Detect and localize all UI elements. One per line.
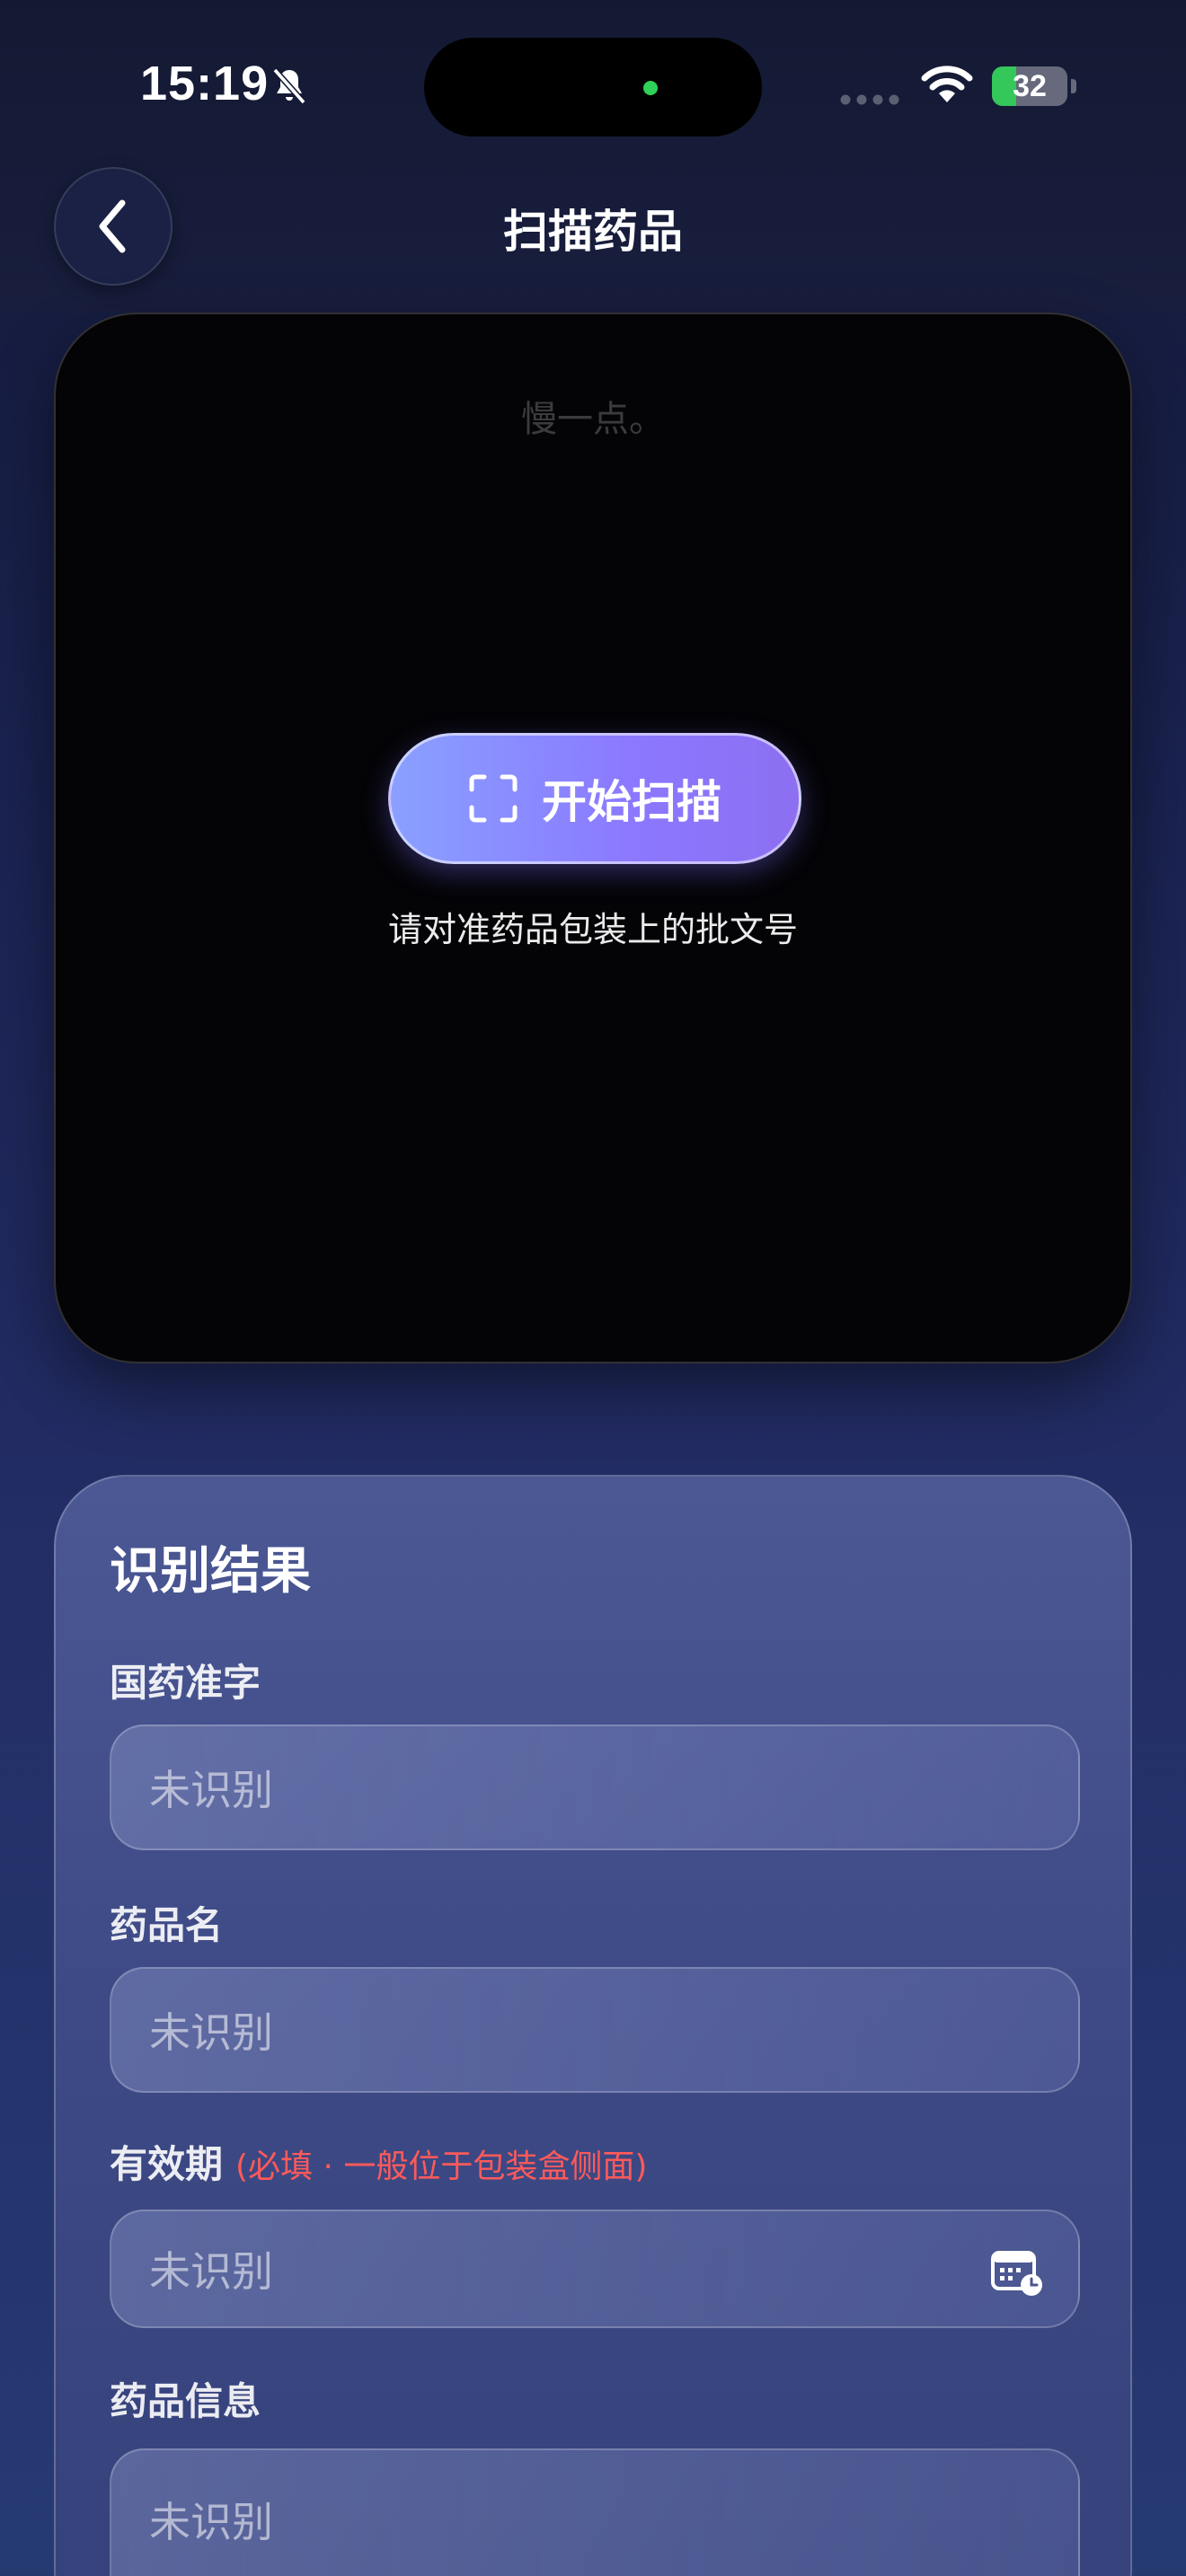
start-scan-button[interactable]: 开始扫描 (388, 733, 801, 864)
results-title: 识别结果 (110, 1542, 311, 1601)
drug-info-label: 药品信息 (110, 2379, 261, 2423)
recognition-results-card: 识别结果 国药准字 未识别 药品名 未识别 有效期 (必填 · 一般位于包装盒侧面… (54, 1475, 1132, 2576)
approval-number-label: 国药准字 (110, 1661, 261, 1705)
dynamic-island (424, 38, 762, 137)
expiry-date-label-row: 有效期 (必填 · 一般位于包装盒侧面) (110, 2134, 647, 2189)
battery-charging-icon: 32 (992, 66, 1067, 106)
drug-name-field[interactable]: 未识别 (110, 1967, 1080, 2093)
approval-number-field[interactable]: 未识别 (110, 1725, 1080, 1850)
calendar-clock-icon[interactable] (990, 2247, 1044, 2298)
approval-number-value: 未识别 (149, 1766, 273, 1814)
expiry-date-value: 未识别 (149, 2247, 273, 2296)
drug-info-value: 未识别 (149, 2498, 273, 2546)
camera-scanner-view[interactable]: 慢一点。 开始扫描 请对准药品包装上的批文号 (54, 313, 1132, 1363)
expiry-date-label: 有效期 (110, 2142, 224, 2186)
wifi-icon (921, 66, 973, 102)
cellular-signal-icon (840, 94, 899, 105)
scan-frame-icon (469, 774, 518, 823)
drug-info-field[interactable]: 未识别 (110, 2448, 1080, 2576)
drug-name-value: 未识别 (149, 2008, 273, 2057)
page-title: 扫描药品 (503, 206, 683, 258)
drug-name-label: 药品名 (110, 1903, 224, 1947)
status-bar: 15:19 32 (0, 0, 1186, 162)
scanner-hint: 慢一点。 (521, 399, 665, 440)
battery-percent: 32 (1013, 69, 1047, 103)
status-time: 15:19 (140, 57, 270, 110)
scan-instruction: 请对准药品包装上的批文号 (387, 910, 798, 949)
camera-indicator-dot (643, 81, 658, 95)
expiry-required-note: (必填 · 一般位于包装盒侧面) (235, 2148, 648, 2185)
battery-cap (1071, 79, 1076, 93)
expiry-date-field[interactable]: 未识别 (110, 2210, 1080, 2328)
bell-slash-icon (272, 67, 306, 105)
start-scan-label: 开始扫描 (542, 776, 721, 828)
